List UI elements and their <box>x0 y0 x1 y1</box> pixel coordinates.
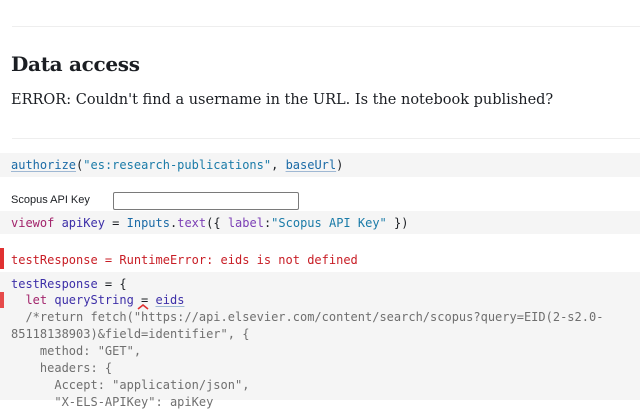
viewof-code: viewof apiKey = Inputs.text({ label:"Sco… <box>11 216 409 230</box>
section-divider <box>12 138 640 139</box>
error-message: ERROR: Couldn't find a username in the U… <box>11 92 554 108</box>
error-indicator-bar <box>0 248 4 269</box>
code-line-8: "X-ELS-APIKey": apiKey <box>11 395 214 409</box>
error-line-marker <box>0 292 4 308</box>
code-line-4: 85118138903)&field=identifier", { <box>11 327 250 341</box>
authorize-code: authorize("es:research-publications", ba… <box>11 158 344 172</box>
top-divider <box>12 26 640 27</box>
code-line-6: headers: { <box>11 361 113 375</box>
eids-reference[interactable]: eids <box>156 293 185 307</box>
viewof-cell[interactable]: viewof apiKey = Inputs.text({ label:"Sco… <box>0 211 640 234</box>
authorize-cell[interactable]: authorize("es:research-publications", ba… <box>0 153 640 177</box>
api-key-label: Scopus API Key <box>11 194 90 206</box>
api-key-input[interactable] <box>113 192 299 210</box>
test-response-cell[interactable]: testResponse = { let queryString = eids … <box>0 272 640 409</box>
code-line-1: testResponse = { <box>11 277 127 291</box>
code-line-3: /*return fetch("https://api.elsevier.com… <box>11 310 604 324</box>
code-line-2: let queryString = eids <box>11 293 185 307</box>
code-line-5: method: "GET", <box>11 344 142 358</box>
runtime-error-output: testResponse = RuntimeError: eids is not… <box>11 253 358 267</box>
code-line-7: Accept: "application/json", <box>11 378 250 392</box>
authorize-fn[interactable]: authorize <box>11 158 76 172</box>
section-heading: Data access <box>11 52 140 76</box>
baseurl-ref[interactable]: baseUrl <box>286 158 337 172</box>
